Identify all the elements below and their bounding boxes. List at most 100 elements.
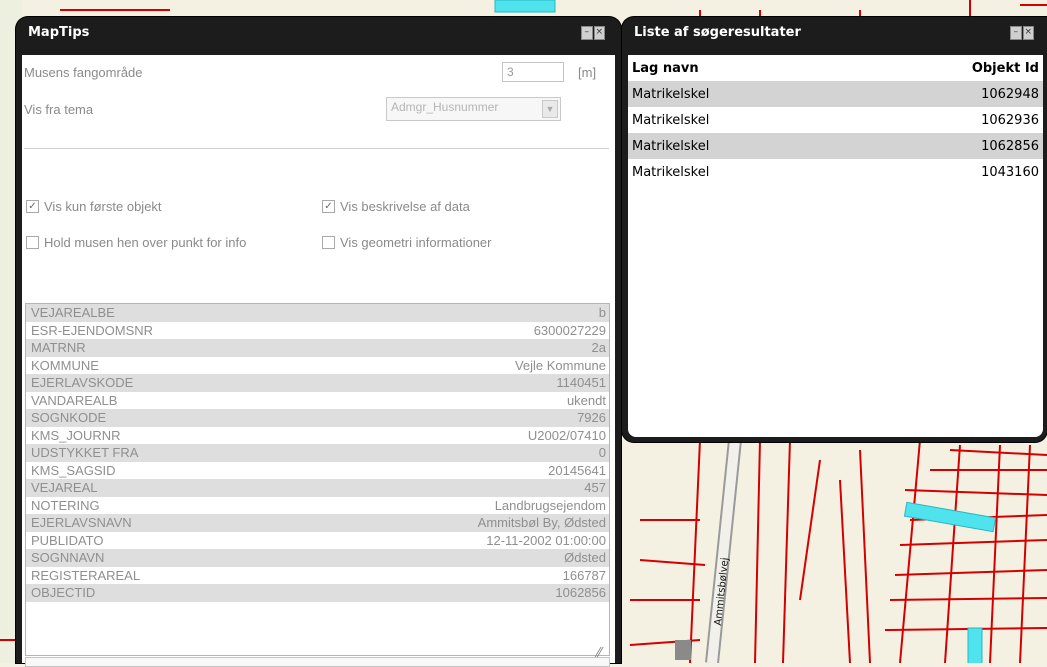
attribute-table[interactable]: VEJAREALBE b ESR-EJENDOMSNR 6300027229 MATRN…	[25, 303, 610, 656]
result-id: 1043160	[981, 164, 1039, 180]
attribute-value: 12-11-2002 01:00:00	[486, 532, 606, 548]
result-id: 1062936	[981, 112, 1039, 128]
attribute-key: KOMMUNE	[31, 357, 99, 373]
table-row: KMS_JOURNR U2002/07410	[26, 426, 609, 444]
table-row: SOGNKODE 7926	[26, 409, 609, 427]
table-row: SOGNNAVN Ødsted	[26, 549, 609, 567]
table-row: KOMMUNE Vejle Kommune	[26, 356, 609, 374]
attribute-value: Landbrugsejendom	[494, 497, 606, 513]
attribute-key: EJERLAVSNAVN	[31, 515, 132, 531]
attribute-key: PUBLIDATO	[31, 532, 104, 548]
attribute-key: SOGNNAVN	[31, 550, 105, 566]
attribute-key: SOGNKODE	[31, 410, 107, 426]
attribute-value: 0	[598, 445, 606, 461]
capture-unit: [m]	[578, 65, 597, 80]
attribute-value: 7926	[577, 410, 606, 426]
attribute-value: Vejle Kommune	[514, 357, 606, 373]
attribute-key: UDSTYKKET FRA	[31, 445, 139, 461]
result-id: 1062948	[981, 86, 1039, 102]
attribute-value: 20145641	[548, 462, 606, 478]
table-row: REGISTERAREAL 166787	[26, 566, 609, 584]
attribute-value: U2002/07410	[527, 427, 606, 443]
checkbox-label: Vis kun første objekt	[44, 199, 162, 214]
list-item[interactable]: Matrikelskel 1062948	[628, 81, 1043, 107]
checkbox-label: Vis beskrivelse af data	[340, 199, 470, 214]
table-row: VANDAREALB ukendt	[26, 391, 609, 409]
checkbox-checked-icon[interactable]: ✓	[26, 200, 39, 213]
list-item[interactable]: Matrikelskel 1043160	[628, 159, 1043, 185]
checkbox-hover-info[interactable]: Hold musen hen over punkt for info	[26, 235, 246, 250]
attribute-value: 166787	[562, 567, 606, 583]
minimize-icon[interactable]: –	[1010, 26, 1022, 40]
attribute-key: OBJECTID	[31, 585, 96, 601]
attribute-key: VEJAREALBE	[31, 305, 115, 321]
attribute-key: VANDAREALB	[31, 392, 118, 408]
attribute-value: 2a	[591, 340, 606, 356]
close-icon[interactable]: ×	[593, 26, 605, 40]
table-row: MATRNR 2a	[26, 339, 609, 357]
maptips-title: MapTips	[28, 25, 90, 40]
checkbox-unchecked-icon[interactable]	[26, 236, 39, 249]
capture-area-input[interactable]	[502, 62, 564, 82]
column-header-layer[interactable]: Lag navn	[632, 61, 699, 76]
checkbox-checked-icon[interactable]: ✓	[322, 200, 335, 213]
results-window: Liste af søgeresultater – × Lag navn Obj…	[622, 17, 1047, 442]
divider	[24, 148, 609, 149]
attribute-key: KMS_JOURNR	[31, 427, 121, 443]
list-item[interactable]: Matrikelskel 1062936	[628, 107, 1043, 133]
table-row: VEJAREAL 457	[26, 479, 609, 497]
attribute-value: 1062856	[555, 585, 606, 601]
attribute-value: 6300027229	[533, 322, 606, 338]
result-layer: Matrikelskel	[632, 86, 710, 102]
column-header-id[interactable]: Objekt Id	[972, 61, 1039, 76]
attribute-value: ukendt	[566, 392, 606, 408]
attribute-value: Ødsted	[564, 550, 606, 566]
table-row: UDSTYKKET FRA 0	[26, 444, 609, 462]
checkbox-label: Vis geometri informationer	[340, 235, 492, 250]
checkbox-unchecked-icon[interactable]	[322, 236, 335, 249]
attribute-key: EJERLAVSKODE	[31, 375, 134, 391]
table-row: KMS_SAGSID 20145641	[26, 461, 609, 479]
result-layer: Matrikelskel	[632, 112, 710, 128]
capture-area-label: Musens fangområde	[24, 65, 143, 80]
result-layer: Matrikelskel	[632, 138, 710, 154]
maptips-body: Musens fangområde [m] Vis fra tema Admgr…	[22, 55, 615, 667]
attribute-key: NOTERING	[31, 497, 100, 513]
attribute-value: b	[598, 305, 606, 321]
checkbox-first-object[interactable]: ✓ Vis kun første objekt	[26, 199, 162, 214]
chevron-down-icon[interactable]: ▼	[542, 100, 558, 118]
minimize-icon[interactable]: –	[581, 26, 593, 40]
attribute-key: MATRNR	[31, 340, 86, 356]
attribute-key: VEJAREAL	[31, 480, 98, 496]
attribute-value: Ammitsbøl By, Ødsted	[477, 515, 606, 531]
maptips-window: MapTips – × Musens fangområde [m] Vis fr…	[16, 17, 621, 667]
theme-select-value: Admgr_Husnummer	[391, 100, 499, 114]
checkbox-label: Hold musen hen over punkt for info	[44, 235, 247, 250]
checkbox-show-description[interactable]: ✓ Vis beskrivelse af data	[322, 199, 470, 214]
checkbox-geometry-info[interactable]: Vis geometri informationer	[322, 235, 492, 250]
results-rows: Matrikelskel 1062948 Matrikelskel 1062936 Ma…	[628, 81, 1043, 185]
theme-select[interactable]: Admgr_Husnummer ▼	[386, 97, 561, 121]
attribute-key: KMS_SAGSID	[31, 462, 116, 478]
maptips-window-controls[interactable]: – ×	[581, 26, 605, 40]
results-title: Liste af søgeresultater	[634, 25, 801, 40]
table-row: PUBLIDATO 12-11-2002 01:00:00	[26, 531, 609, 549]
attribute-key: REGISTERAREAL	[31, 567, 141, 583]
result-layer: Matrikelskel	[632, 164, 710, 180]
table-row: OBJECTID 1062856	[26, 584, 609, 602]
resize-grip-icon[interactable]: ⁄⁄	[597, 647, 611, 661]
table-row: VEJAREALBE b	[26, 304, 609, 322]
results-header: Lag navn Objekt Id	[628, 55, 1043, 81]
horizontal-scrollbar[interactable]	[25, 657, 610, 667]
result-id: 1062856	[981, 138, 1039, 154]
attribute-value: 1140451	[556, 375, 606, 391]
attribute-rows: VEJAREALBE b ESR-EJENDOMSNR 6300027229 MATRN…	[26, 304, 609, 602]
table-row: NOTERING Landbrugsejendom	[26, 496, 609, 514]
results-body: Lag navn Objekt Id Matrikelskel 1062948 Ma…	[628, 55, 1043, 437]
attribute-value: 457	[584, 480, 606, 496]
table-row: ESR-EJENDOMSNR 6300027229	[26, 321, 609, 339]
list-item[interactable]: Matrikelskel 1062856	[628, 133, 1043, 159]
results-window-controls[interactable]: – ×	[1010, 26, 1034, 40]
theme-label: Vis fra tema	[24, 102, 94, 117]
close-icon[interactable]: ×	[1022, 26, 1034, 40]
